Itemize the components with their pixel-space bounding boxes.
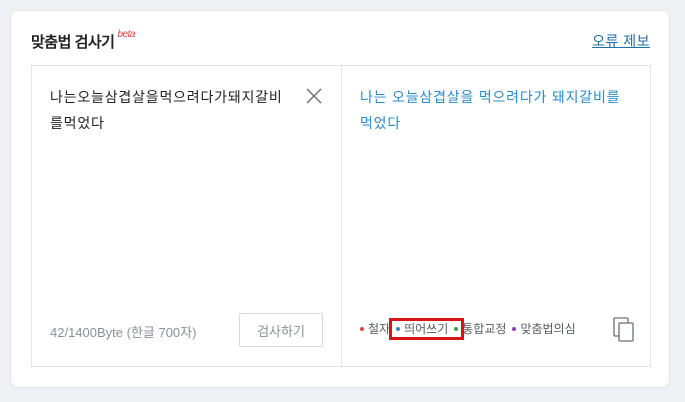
dot-icon	[512, 326, 517, 331]
title-text: 맞춤법 검사기	[31, 34, 115, 51]
legend-item-combined: 통합교정	[454, 320, 506, 337]
spell-checker-card: 맞춤법 검사기 beta 오류 제보 나는오늘삼겹살을먹으려다가돼지갈비를먹었다 …	[10, 10, 670, 388]
legend-item-spacing: 띄어쓰기	[396, 320, 448, 337]
input-textarea[interactable]: 나는오늘삼겹살을먹으려다가돼지갈비를먹었다	[50, 84, 290, 136]
legend-item-spelling: 철자	[360, 320, 390, 337]
input-pane: 나는오늘삼겹살을먹으려다가돼지갈비를먹었다 42/1400Byte (한글 70…	[32, 66, 342, 366]
page-title: 맞춤법 검사기 beta	[31, 29, 135, 52]
beta-badge: beta	[117, 29, 135, 40]
dot-icon	[396, 326, 401, 331]
copy-icon[interactable]	[613, 317, 635, 343]
check-button[interactable]: 검사하기	[239, 313, 323, 347]
dot-icon	[454, 326, 459, 331]
legend-label: 띄어쓰기	[404, 322, 449, 336]
close-icon[interactable]	[304, 86, 324, 106]
legend-label: 맞춤법의심	[520, 322, 576, 336]
legend-item-suspect: 맞춤법의심	[512, 320, 576, 337]
legend: 철자 띄어쓰기 통합교정 맞춤법의심	[360, 320, 582, 337]
result-pane: 나는 오늘삼겹살을 먹으려다가 돼지갈비를 먹었다 철자 띄어쓰기 통합교정 맞…	[342, 66, 650, 366]
report-error-link[interactable]: 오류 제보	[592, 31, 650, 51]
legend-label: 통합교정	[462, 322, 507, 336]
dot-icon	[360, 326, 364, 331]
result-text: 나는 오늘삼겹살을 먹으려다가 돼지갈비를 먹었다	[360, 89, 621, 131]
byte-counter: 42/1400Byte (한글 700자)	[50, 325, 197, 340]
checker-box: 나는오늘삼겹살을먹으려다가돼지갈비를먹었다 42/1400Byte (한글 70…	[31, 65, 651, 367]
legend-label: 철자	[368, 322, 391, 336]
